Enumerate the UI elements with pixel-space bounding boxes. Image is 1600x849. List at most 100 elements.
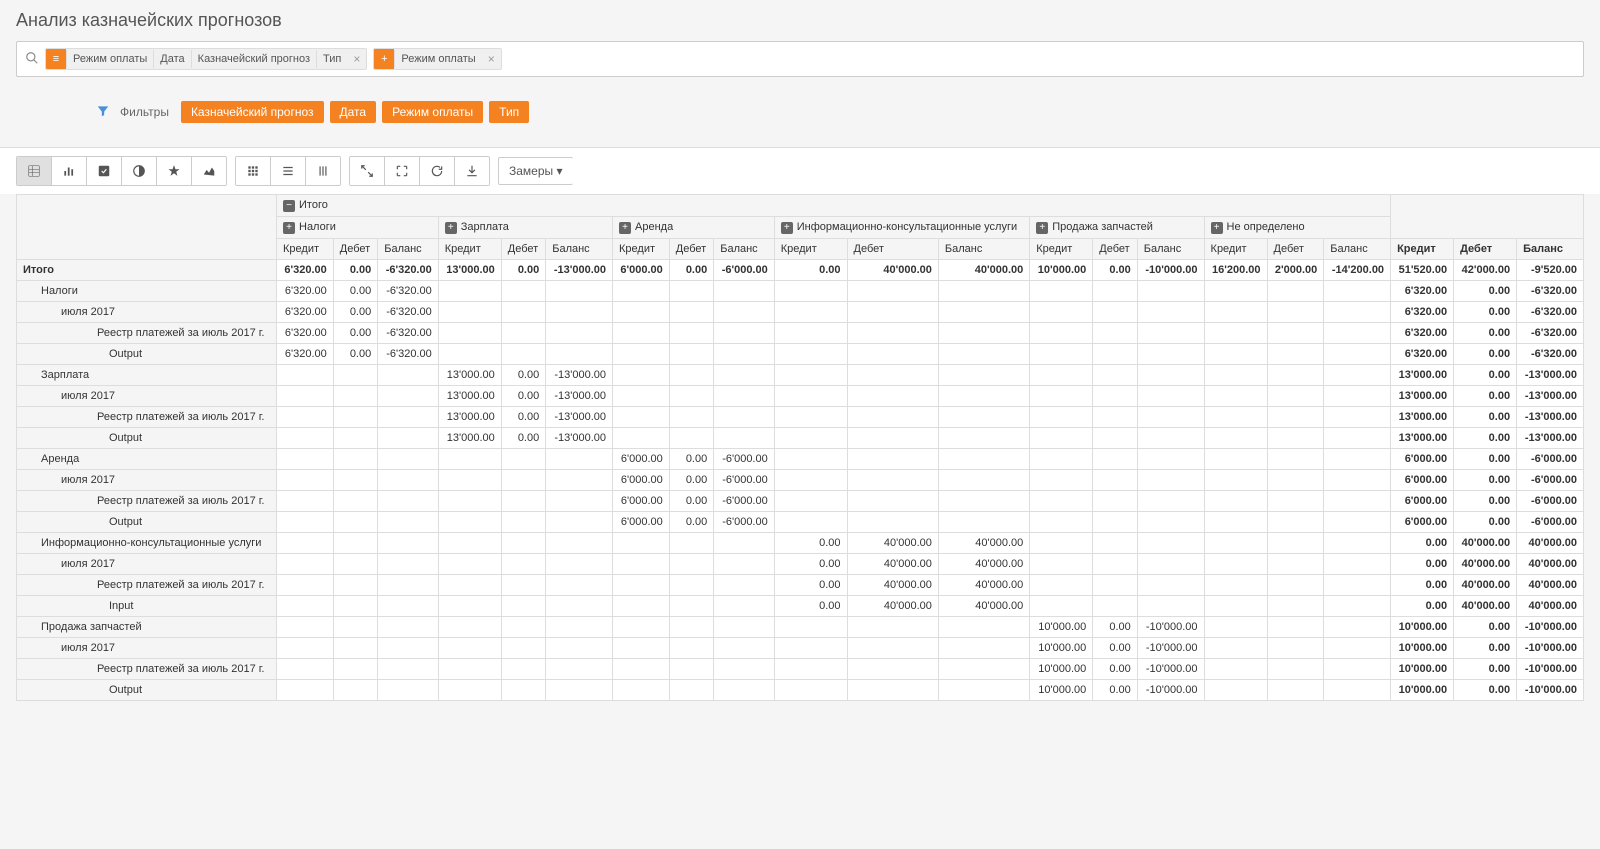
tag-part: Казначейский прогноз xyxy=(191,50,316,68)
row-label[interactable]: Input xyxy=(17,596,277,617)
cell: 2'000.00 xyxy=(1267,260,1324,281)
row-label[interactable]: Итого xyxy=(17,260,277,281)
row-label[interactable]: Реестр платежей за июль 2017 г. xyxy=(17,575,277,596)
view-group-2 xyxy=(235,156,341,186)
total-cell: 0.00 xyxy=(1454,428,1517,449)
row-label[interactable]: Output xyxy=(17,428,277,449)
row-label[interactable]: Output xyxy=(17,512,277,533)
total-cell: 13'000.00 xyxy=(1391,428,1454,449)
search-tag-2[interactable]: + Режим оплаты × xyxy=(373,48,501,70)
total-cell: -6'320.00 xyxy=(1517,323,1584,344)
filter-chip-forecast[interactable]: Казначейский прогноз xyxy=(181,101,324,123)
total-cell: 0.00 xyxy=(1454,386,1517,407)
grid-button[interactable] xyxy=(236,157,271,185)
total-cell: 40'000.00 xyxy=(1454,575,1517,596)
table-row: июля 20170.0040'000.0040'000.000.0040'00… xyxy=(17,554,1584,575)
cell: 0.00 xyxy=(1093,617,1137,638)
cell: -13'000.00 xyxy=(546,365,613,386)
row-label[interactable]: Реестр платежей за июль 2017 г. xyxy=(17,323,277,344)
cell: -10'000.00 xyxy=(1137,638,1204,659)
expand-icon[interactable]: + xyxy=(781,222,793,234)
measures-dropdown[interactable]: Замеры ▾ xyxy=(498,157,573,185)
cell: 6'320.00 xyxy=(277,323,334,344)
table-row: Реестр платежей за июль 2017 г.6'320.000… xyxy=(17,323,1584,344)
cell: 40'000.00 xyxy=(847,533,938,554)
cell: -10'000.00 xyxy=(1137,680,1204,701)
row-label[interactable]: Зарплата xyxy=(17,365,277,386)
list-button[interactable] xyxy=(271,157,306,185)
view-group-1 xyxy=(16,156,227,186)
cell: -13'000.00 xyxy=(546,407,613,428)
row-label[interactable]: июля 2017 xyxy=(17,302,277,323)
close-icon[interactable]: × xyxy=(482,52,501,66)
total-cell: -10'000.00 xyxy=(1517,680,1584,701)
row-label[interactable]: Налоги xyxy=(17,281,277,302)
cell: 10'000.00 xyxy=(1030,638,1093,659)
cell: 0.00 xyxy=(1093,260,1137,281)
tag-part: Дата xyxy=(153,50,190,68)
cell: 10'000.00 xyxy=(1030,617,1093,638)
cell: 0.00 xyxy=(774,260,847,281)
cell: 13'000.00 xyxy=(438,386,501,407)
total-cell: 0.00 xyxy=(1454,512,1517,533)
download-button[interactable] xyxy=(455,157,489,185)
cell: 6'000.00 xyxy=(613,449,670,470)
area-chart-button[interactable] xyxy=(192,157,226,185)
total-cell: 40'000.00 xyxy=(1517,554,1584,575)
expand-icon[interactable]: + xyxy=(283,222,295,234)
row-label[interactable]: Аренда xyxy=(17,449,277,470)
close-icon[interactable]: × xyxy=(347,52,366,66)
cell: -6'320.00 xyxy=(378,323,439,344)
row-label[interactable]: июля 2017 xyxy=(17,554,277,575)
columns-button[interactable] xyxy=(306,157,340,185)
tag-part: Режим оплаты xyxy=(394,50,481,68)
cell: -6'000.00 xyxy=(714,470,775,491)
row-label[interactable]: Output xyxy=(17,344,277,365)
row-label[interactable]: июля 2017 xyxy=(17,638,277,659)
total-cell: 40'000.00 xyxy=(1454,554,1517,575)
row-label[interactable]: Реестр платежей за июль 2017 г. xyxy=(17,407,277,428)
expand-button[interactable] xyxy=(350,157,385,185)
total-cell: 0.00 xyxy=(1454,449,1517,470)
fullscreen-button[interactable] xyxy=(385,157,420,185)
row-label[interactable]: Продажа запчастей xyxy=(17,617,277,638)
total-cell: -6'000.00 xyxy=(1517,470,1584,491)
pivot-table: − Итого + Налоги + Зарплата + Аренда + Информацио… xyxy=(16,194,1584,701)
page-title: Анализ казначейских прогнозов xyxy=(0,0,1600,41)
search-tag-1[interactable]: ≡ Режим оплаты Дата Казначейский прогноз… xyxy=(45,48,367,70)
cell: -6'320.00 xyxy=(378,302,439,323)
cell: 0.00 xyxy=(774,533,847,554)
collapse-icon[interactable]: − xyxy=(283,200,295,212)
table-row: июля 20176'000.000.00-6'000.006'000.000.… xyxy=(17,470,1584,491)
expand-icon[interactable]: + xyxy=(445,222,457,234)
table-row: июля 201713'000.000.00-13'000.0013'000.0… xyxy=(17,386,1584,407)
check-button[interactable] xyxy=(87,157,122,185)
expand-icon[interactable]: + xyxy=(1211,222,1223,234)
contrast-button[interactable] xyxy=(122,157,157,185)
table-view-button[interactable] xyxy=(17,157,52,185)
total-cell: 0.00 xyxy=(1391,533,1454,554)
cell: -14'200.00 xyxy=(1324,260,1391,281)
star-button[interactable] xyxy=(157,157,192,185)
filter-chip-type[interactable]: Тип xyxy=(489,101,529,123)
total-cell: 0.00 xyxy=(1391,575,1454,596)
cell: 0.00 xyxy=(501,386,545,407)
bar-chart-button[interactable] xyxy=(52,157,87,185)
expand-icon[interactable]: + xyxy=(1036,222,1048,234)
search-bar[interactable]: ≡ Режим оплаты Дата Казначейский прогноз… xyxy=(16,41,1584,77)
cell: -6'000.00 xyxy=(714,449,775,470)
filter-chip-date[interactable]: Дата xyxy=(330,101,377,123)
row-label[interactable]: июля 2017 xyxy=(17,470,277,491)
row-label[interactable]: Информационно-консультационные услуги xyxy=(17,533,277,554)
row-label[interactable]: Output xyxy=(17,680,277,701)
filter-label: Фильтры xyxy=(120,105,169,119)
cell: 13'000.00 xyxy=(438,407,501,428)
table-row: Реестр платежей за июль 2017 г. 13'000.00… xyxy=(17,407,1584,428)
row-label[interactable]: Реестр платежей за июль 2017 г. xyxy=(17,491,277,512)
expand-icon[interactable]: + xyxy=(619,222,631,234)
refresh-button[interactable] xyxy=(420,157,455,185)
row-label[interactable]: Реестр платежей за июль 2017 г. xyxy=(17,659,277,680)
row-label[interactable]: июля 2017 xyxy=(17,386,277,407)
total-cell: 40'000.00 xyxy=(1517,575,1584,596)
filter-chip-paymode[interactable]: Режим оплаты xyxy=(382,101,483,123)
